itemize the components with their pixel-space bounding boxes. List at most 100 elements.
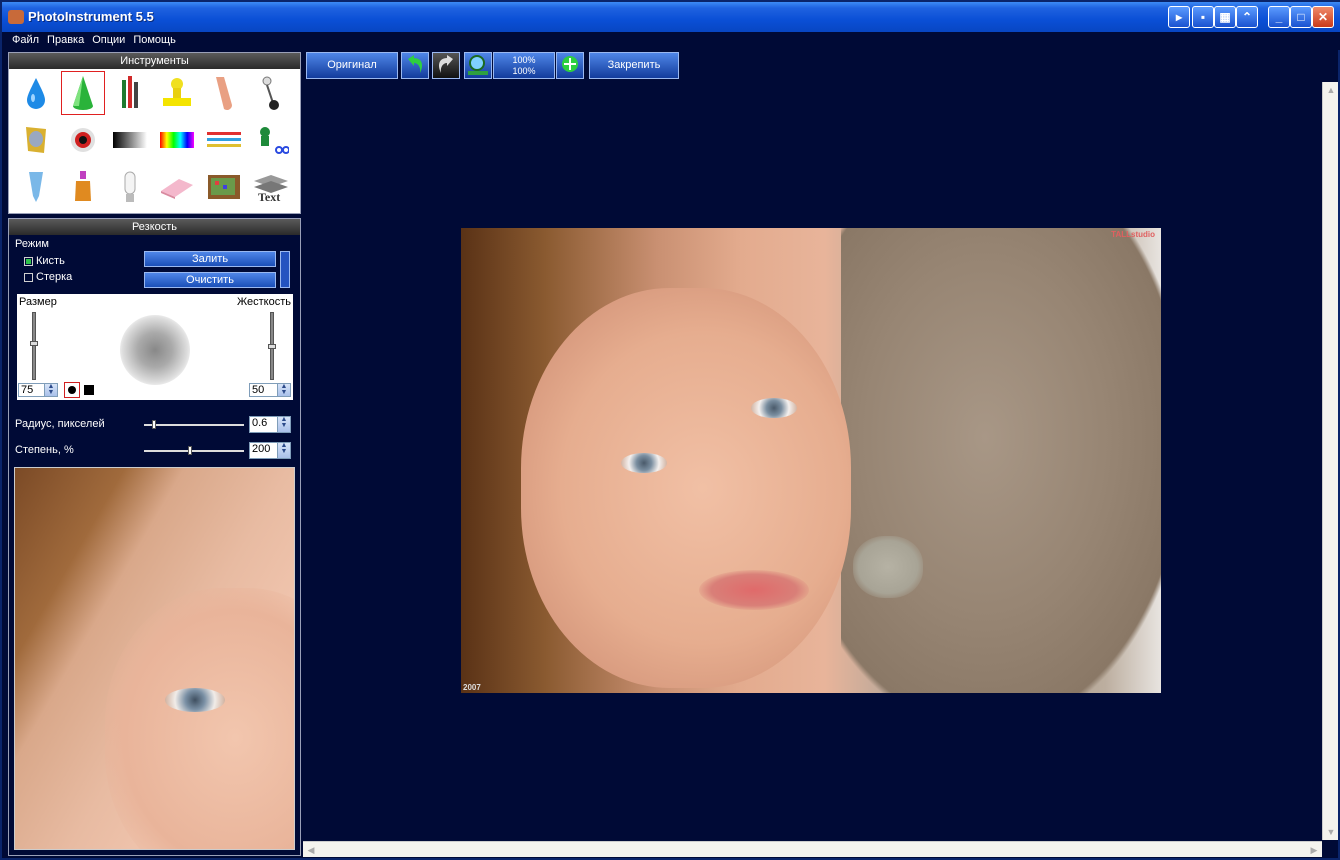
color-lines-icon[interactable] bbox=[202, 118, 246, 162]
scroll-down-icon[interactable]: ▼ bbox=[1323, 824, 1339, 840]
amount-value-field[interactable]: 200 ▲ ▼ bbox=[249, 442, 291, 459]
bottle-icon[interactable] bbox=[61, 165, 105, 209]
square-brush-icon[interactable] bbox=[84, 385, 94, 395]
zoom-100-bottom: 100% bbox=[512, 66, 536, 76]
eraser-icon[interactable] bbox=[155, 165, 199, 209]
menu-options[interactable]: Опции bbox=[88, 32, 129, 46]
watermark-top: TALLstudio bbox=[1111, 230, 1155, 239]
close-button[interactable]: ✕ bbox=[1312, 6, 1334, 28]
sharpness-panel-title: Резкость bbox=[9, 219, 300, 235]
tube-icon[interactable] bbox=[14, 165, 58, 209]
eraser-mode-label: Стерка bbox=[36, 271, 73, 283]
photo-face bbox=[521, 288, 851, 688]
clear-button[interactable]: Очистить bbox=[144, 272, 276, 288]
round-brush-icon[interactable] bbox=[64, 382, 80, 398]
radius-value: 0.6 bbox=[252, 417, 268, 429]
window-title: PhotoInstrument 5.5 bbox=[28, 9, 154, 24]
dented-can-icon[interactable] bbox=[14, 118, 58, 162]
menu-edit[interactable]: Правка bbox=[43, 32, 88, 46]
lamp-icon[interactable] bbox=[108, 165, 152, 209]
scroll-right-icon[interactable]: ▶ bbox=[1306, 842, 1322, 858]
photo-left-eye bbox=[621, 453, 667, 473]
sharpen-cone-icon[interactable] bbox=[61, 71, 105, 115]
brushes-icon[interactable] bbox=[108, 71, 152, 115]
amount-slider[interactable] bbox=[144, 446, 244, 455]
preview-face bbox=[105, 588, 294, 849]
undo-icon[interactable] bbox=[401, 52, 429, 79]
fill-button[interactable]: Залить bbox=[144, 251, 276, 267]
app-icon bbox=[8, 10, 24, 24]
radius-slider[interactable] bbox=[144, 420, 244, 429]
size-slider-thumb[interactable] bbox=[30, 341, 38, 346]
photo-bear bbox=[841, 228, 1161, 693]
clone-scissors-icon[interactable] bbox=[249, 118, 293, 162]
amount-slider-thumb[interactable] bbox=[188, 446, 192, 455]
preview-eye bbox=[165, 688, 225, 712]
zoom-100-top: 100% bbox=[512, 55, 536, 65]
finger-icon[interactable] bbox=[202, 71, 246, 115]
photo-bear-nose bbox=[853, 536, 923, 598]
tools-panel: Инструменты Text bbox=[8, 52, 301, 214]
tools-panel-title: Инструменты bbox=[9, 53, 300, 69]
amount-value: 200 bbox=[252, 443, 271, 455]
red-eye-icon[interactable] bbox=[61, 118, 105, 162]
maximize-button[interactable]: □ bbox=[1290, 6, 1312, 28]
gradient-icon[interactable] bbox=[108, 118, 152, 162]
menu-bar: Файл Правка Опции Помощь bbox=[2, 32, 1340, 50]
spin-arrows-icon[interactable]: ▲ ▼ bbox=[277, 442, 290, 458]
horizontal-scrollbar[interactable]: ◀ ▶ bbox=[303, 841, 1322, 857]
brush-mode-checkbox[interactable] bbox=[24, 257, 33, 266]
radius-slider-thumb[interactable] bbox=[152, 420, 156, 429]
pin-icon[interactable] bbox=[249, 71, 293, 115]
brush-mode-label: Кисть bbox=[36, 255, 65, 267]
zoom-out-icon[interactable] bbox=[464, 52, 492, 79]
extra-icon[interactable]: ▪ bbox=[1192, 6, 1214, 28]
size-value-field[interactable]: 75 ▲ ▼ bbox=[18, 383, 58, 397]
title-bar: PhotoInstrument 5.5 ▸ ▪ ▦ ⌃ _ □ ✕ bbox=[2, 2, 1340, 32]
amount-label: Степень, % bbox=[15, 444, 74, 456]
spin-arrows-icon[interactable]: ▲ ▼ bbox=[277, 383, 290, 396]
menu-file[interactable]: Файл bbox=[8, 32, 43, 46]
hardness-slider-thumb[interactable] bbox=[268, 344, 276, 349]
minimize-button[interactable]: _ bbox=[1268, 6, 1290, 28]
zoom-in-icon[interactable] bbox=[556, 52, 584, 79]
mode-label: Режим bbox=[15, 238, 49, 250]
sharpness-panel: Резкость Режим Кисть Стерка Залить Очист… bbox=[8, 218, 301, 856]
radius-label: Радиус, пикселей bbox=[15, 418, 105, 430]
tools-grid: Text bbox=[9, 69, 300, 213]
mode-scroll[interactable] bbox=[280, 251, 290, 288]
scroll-up-icon[interactable]: ▲ bbox=[1323, 82, 1339, 98]
radius-value-field[interactable]: 0.6 ▲ ▼ bbox=[249, 416, 291, 433]
tv-noise-icon[interactable] bbox=[202, 165, 246, 209]
hardness-value: 50 bbox=[252, 384, 265, 396]
menu-help[interactable]: Помощь bbox=[129, 32, 180, 46]
drop-tool-icon[interactable] bbox=[14, 71, 58, 115]
app-window: PhotoInstrument 5.5 ▸ ▪ ▦ ⌃ _ □ ✕ Файл Пр… bbox=[0, 0, 1340, 860]
main-photo[interactable]: TALLstudio 2007 bbox=[461, 228, 1161, 693]
color-spectrum-icon[interactable] bbox=[155, 118, 199, 162]
zoom-100-button[interactable]: 100% 100% bbox=[493, 52, 555, 79]
eraser-mode-checkbox[interactable] bbox=[24, 273, 33, 282]
brush-settings: Размер Жесткость 75 ▲ ▼ 50 ▲ ▼ bbox=[17, 294, 293, 400]
hardness-value-field[interactable]: 50 ▲ ▼ bbox=[249, 383, 291, 397]
size-label: Размер bbox=[19, 296, 57, 308]
extra-icon[interactable]: ▸ bbox=[1168, 6, 1190, 28]
svg-text:Text: Text bbox=[258, 190, 280, 203]
zoom-preview[interactable] bbox=[14, 467, 295, 850]
brush-preview bbox=[120, 315, 190, 385]
pin-button[interactable]: Закрепить bbox=[589, 52, 679, 79]
spin-arrows-icon[interactable]: ▲ ▼ bbox=[277, 416, 290, 432]
scroll-left-icon[interactable]: ◀ bbox=[303, 842, 319, 858]
vertical-scrollbar[interactable]: ▲ ▼ bbox=[1322, 82, 1338, 840]
spin-arrows-icon[interactable]: ▲ ▼ bbox=[44, 383, 57, 396]
text-layers-icon[interactable]: Text bbox=[249, 165, 293, 209]
redo-icon[interactable] bbox=[432, 52, 460, 79]
photo-right-eye bbox=[751, 398, 797, 418]
hardness-label: Жесткость bbox=[236, 296, 291, 308]
stamp-icon[interactable] bbox=[155, 71, 199, 115]
original-button[interactable]: Оригинал bbox=[306, 52, 398, 79]
extra-icon[interactable]: ▦ bbox=[1214, 6, 1236, 28]
extra-icon[interactable]: ⌃ bbox=[1236, 6, 1258, 28]
photo-lips bbox=[699, 570, 809, 610]
size-slider[interactable] bbox=[32, 312, 36, 380]
